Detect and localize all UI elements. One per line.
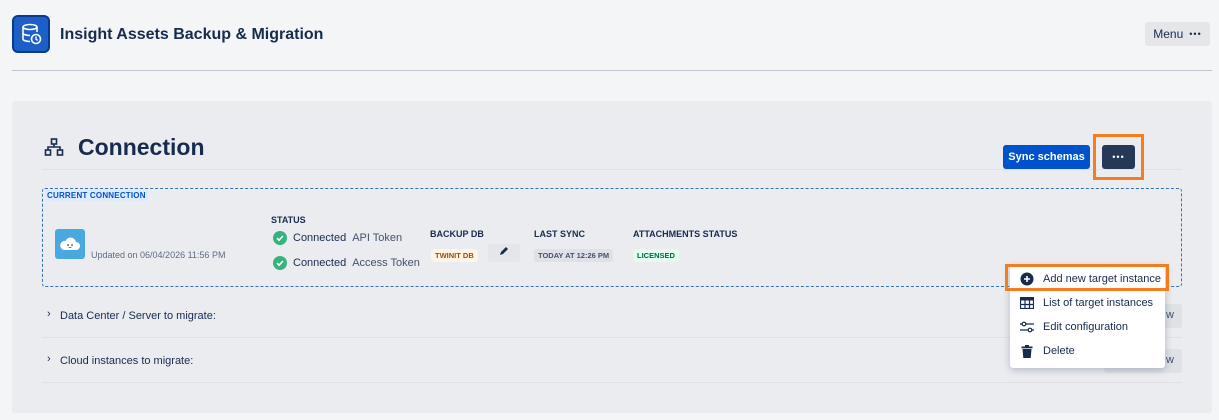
last-sync-header: LAST SYNC <box>534 229 586 239</box>
app-logo-icon <box>12 15 50 53</box>
status-state: Connected <box>293 257 347 269</box>
more-dots-icon: ••• <box>1189 29 1202 39</box>
chevron-right-icon: › <box>47 353 51 365</box>
section-label: Cloud instances to migrate: <box>60 355 194 367</box>
last-sync-lozenge: TODAY AT 12:26 PM <box>534 249 614 262</box>
status-access-token: Connected Access Token <box>273 256 420 270</box>
menu-item-label: Delete <box>1043 345 1075 357</box>
section-button-fragment: w <box>1166 354 1174 366</box>
menu-item-label: Edit configuration <box>1043 321 1128 333</box>
top-bar: Insight Assets Backup & Migration Menu •… <box>0 0 1219 70</box>
updated-timestamp: Updated on 06/04/2026 11:56 PM <box>91 250 226 260</box>
status-api-token: Connected API Token <box>273 231 402 245</box>
status-type: Access Token <box>352 257 420 269</box>
chevron-right-icon: › <box>47 308 51 320</box>
status-type: API Token <box>352 232 403 244</box>
status-header: STATUS <box>271 215 306 225</box>
backup-db-header: BACKUP DB <box>430 229 484 239</box>
current-connection-label: CURRENT CONNECTION <box>45 190 148 201</box>
more-actions-button[interactable]: ••• <box>1102 145 1135 169</box>
pencil-icon <box>498 244 510 262</box>
cloud-avatar-icon <box>55 229 85 259</box>
sync-schemas-button[interactable]: Sync schemas <box>1003 145 1090 169</box>
table-icon <box>1020 296 1034 310</box>
menu-button[interactable]: Menu ••• <box>1145 22 1210 46</box>
menu-item-list-target-instances[interactable]: List of target instances <box>1010 291 1165 315</box>
attachments-status-lozenge: LICENSED <box>633 249 679 262</box>
title-divider <box>42 169 1182 170</box>
backup-db-lozenge: TWINIT DB <box>431 249 478 262</box>
hierarchy-icon <box>44 137 64 157</box>
menu-item-label: List of target instances <box>1043 297 1154 309</box>
add-target-instance-highlight <box>1005 264 1169 291</box>
sliders-icon <box>1020 320 1034 334</box>
status-state: Connected <box>293 232 347 244</box>
page-title: Connection <box>78 134 205 160</box>
section-button-fragment: w <box>1166 309 1174 321</box>
section-label: Data Center / Server to migrate: <box>60 310 216 322</box>
menu-item-edit-configuration[interactable]: Edit configuration <box>1010 315 1165 339</box>
attachments-status-header: ATTACHMENTS STATUS <box>633 229 738 239</box>
header-divider <box>12 70 1212 71</box>
more-dots-icon: ••• <box>1112 152 1125 162</box>
check-circle-icon <box>273 231 287 245</box>
check-circle-icon <box>273 256 287 270</box>
app-title: Insight Assets Backup & Migration <box>60 26 324 43</box>
trash-icon <box>1020 344 1034 358</box>
edit-backup-db-button[interactable] <box>488 244 520 262</box>
menu-item-delete[interactable]: Delete <box>1010 339 1165 363</box>
menu-label: Menu <box>1153 27 1184 41</box>
